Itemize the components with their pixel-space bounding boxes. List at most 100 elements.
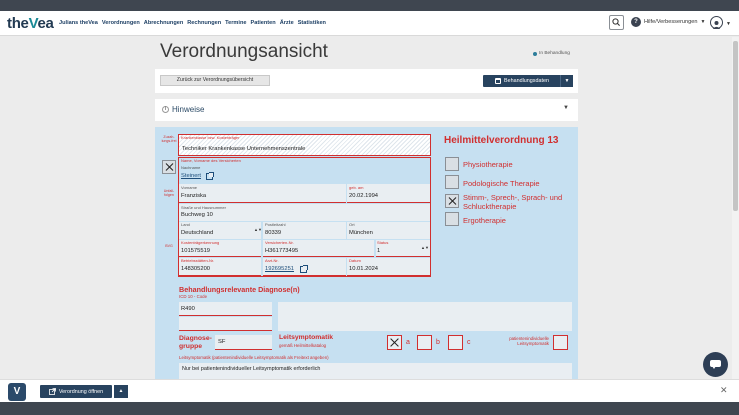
external-link-icon[interactable] [300,265,308,273]
bottom-action-bar: V Verordnung öffnen ▲ ✕ [0,379,739,402]
ergotherapy-checkbox[interactable] [445,212,459,226]
cost-id-label: Kostenträgerkennung [181,240,220,245]
status-select-caret-icon[interactable]: ▲▼ [421,245,429,250]
insured-number-value: H361773495 [265,248,299,254]
firstname-label: Vorname [181,185,198,190]
nav-item-practice[interactable]: Julians theVea [59,20,98,26]
symptom-a-checkbox[interactable] [387,335,402,350]
city-value: München [349,230,373,236]
birthdate-label: geb. am [349,185,364,190]
treatment-data-button[interactable]: Behandlungsdaten [483,75,561,87]
ergotherapy-label: Ergotherapie [463,216,506,225]
app-logo[interactable]: theVea [7,15,54,32]
chat-icon [710,360,721,369]
thevea-logo-icon: V [8,383,26,401]
treatment-data-dropdown-button[interactable]: ▼ [560,75,573,87]
copay-exempt-checkbox[interactable] [162,160,176,174]
insured-number-label: Versicherten-Nr. [265,240,294,245]
info-icon: i [162,106,169,113]
treatment-data-label: Behandlungsdaten [504,78,549,84]
hints-title: Hinweise [172,105,205,114]
diagnosis-group-label: Diagnose-gruppe [179,335,212,350]
bsnr-value: 148305200 [181,266,211,272]
lanr-link[interactable]: 192695251 [265,266,294,272]
lastname-label: Nachname [181,165,201,170]
free-text-value: Nur bei patientenindividueller Leitsympt… [182,366,321,372]
action-panel: Zurück zur Verordnungsübersicht Behandlu… [155,69,578,93]
nav-item-patients[interactable]: Patienten [251,20,276,26]
nav-item-appointments[interactable]: Termine [225,20,246,26]
chevron-down-icon: ▼ [700,19,706,25]
hints-panel[interactable]: i Hinweise ▼ [155,99,578,121]
help-menu[interactable]: ? Hilfe/Verbesserungen ▼ [631,17,705,27]
lanr-label: Arzt-Nr. [265,258,279,263]
status-badge: In Behandlung [533,51,570,56]
page-title: Verordnungsansicht [160,41,328,62]
search-icon [612,18,620,26]
scrollbar-thumb[interactable] [733,41,738,211]
main-nav: Julians theVea Verordnungen Abrechnungen… [59,20,326,26]
icd-value: R490 [181,306,195,312]
nav-item-billing[interactable]: Abrechnungen [144,20,183,26]
city-label: Ort [349,222,355,227]
podology-label: Podologische Therapie [463,179,540,188]
zip-value: 80339 [265,230,282,236]
leitsymptomatik-sub-label: gemäß Heilmittelkatalog [279,343,327,348]
free-text-label: Leitsymptomatik (patientenindividuelle L… [179,355,329,360]
open-prescription-dropdown-button[interactable]: ▲ [114,385,128,398]
window-top-strip [0,0,739,11]
physiotherapy-checkbox[interactable] [445,157,459,171]
bvg-label: BVG [165,244,173,248]
accident-label: Unfall-folgen [163,189,175,197]
diagnosis-text-field[interactable] [278,302,572,331]
street-value: Buchweg 10 [181,212,213,218]
open-prescription-label: Verordnung öffnen [58,388,104,395]
leitsymptomatik-label: Leitsymptomatik [279,334,334,341]
help-label: Hilfe/Verbesserungen [644,19,698,25]
back-to-overview-button[interactable]: Zurück zur Verordnungsübersicht [160,75,270,86]
symptom-a-label: a [406,339,410,346]
icd-field-2[interactable] [179,317,272,331]
page-scrollbar[interactable] [732,37,739,379]
symptom-b-checkbox[interactable] [417,335,432,350]
prescription-title: Heilmittelverordnung 13 [444,135,559,146]
patient-label: Name, Vorname des Versicherten [181,158,241,163]
window-bottom-strip [0,402,739,415]
icd-label: ICD 10 - Code [179,294,208,299]
insurance-label: Krankenkasse bzw. Kostenträger [181,135,240,140]
user-icon [712,21,721,29]
status-text: In Behandlung [539,51,570,56]
firstname-value: Franziska [181,193,207,199]
symptom-c-checkbox[interactable] [448,335,463,350]
nav-item-prescriptions[interactable]: Verordnungen [102,20,140,26]
close-icon[interactable]: ✕ [720,385,728,396]
status-dot-icon [533,51,537,56]
birthdate-value: 20.02.1994 [349,193,379,199]
open-external-icon [48,388,56,395]
nav-item-statistics[interactable]: Statistiken [298,20,326,26]
user-menu-chevron-icon[interactable]: ▼ [726,21,731,27]
help-icon: ? [631,17,641,27]
lastname-link[interactable]: Steinert [181,173,201,179]
insurance-value: Techniker Krankenkasse Unternehmenszentr… [182,146,306,152]
speech-therapy-checkbox[interactable] [445,194,459,208]
individual-symptom-checkbox[interactable] [553,335,568,350]
physiotherapy-label: Physiotherapie [463,160,513,169]
search-button[interactable] [609,15,624,30]
individual-symptom-label: patientenindividuelle Leitsymptomatik [509,336,549,346]
podology-checkbox[interactable] [445,175,459,189]
nav-item-doctors[interactable]: Ärzte [280,20,294,26]
expand-caret-icon[interactable]: ▼ [563,105,569,111]
open-prescription-button[interactable]: Verordnung öffnen [40,385,112,398]
bsnr-label: Betriebsstätten-Nr. [181,258,215,263]
symptom-b-label: b [436,339,440,346]
zip-label: Postleitzahl [265,222,286,227]
chat-button[interactable] [703,352,728,377]
user-avatar[interactable] [710,16,723,29]
nav-item-invoices[interactable]: Rechnungen [187,20,221,26]
external-link-icon[interactable] [206,172,214,180]
copay-exempt-label: Zuzah-lungs-frei [161,135,177,143]
date-label: Datum [349,258,361,263]
cost-id-value: 101575519 [181,248,211,254]
country-select-caret-icon[interactable]: ▲▼ [254,227,262,232]
